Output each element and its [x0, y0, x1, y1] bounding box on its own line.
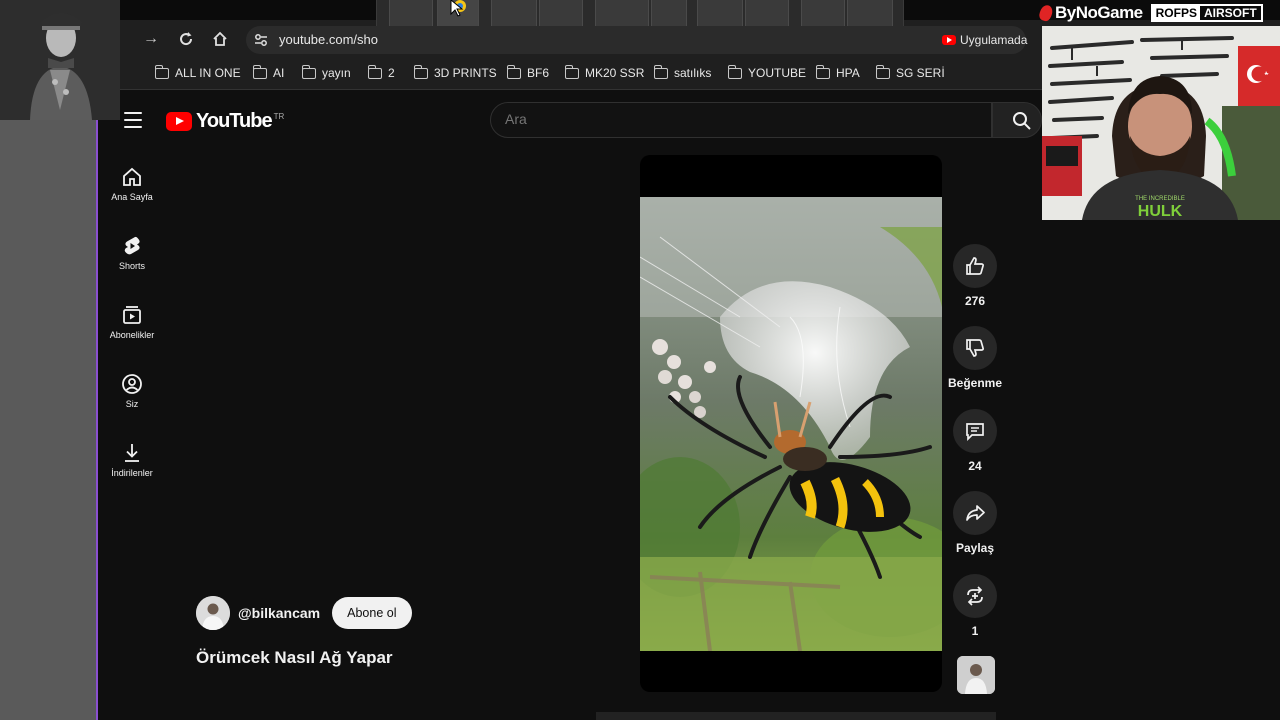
sidebar-item-shorts[interactable]: Shorts: [104, 235, 160, 271]
downloads-icon: [125, 444, 139, 462]
bookmark-folder[interactable]: MK20 SSR: [564, 64, 644, 80]
mouse-cursor-icon: [450, 0, 466, 17]
folder-icon: [413, 64, 428, 79]
like-button[interactable]: 276: [947, 244, 1003, 308]
youtube-play-icon: [166, 112, 192, 131]
folder-icon: [815, 64, 830, 79]
rofps-logo: ROFPS AIRSOFT: [1150, 4, 1263, 22]
folder-icon: [154, 64, 169, 79]
bookmark-folder[interactable]: AI: [252, 64, 284, 80]
like-button-circle: [953, 244, 997, 288]
bookmark-folder[interactable]: 2: [367, 64, 395, 80]
channel-avatar[interactable]: [196, 596, 230, 630]
channel-name[interactable]: @bilkancam: [238, 605, 320, 621]
desktop-background: [0, 120, 98, 720]
webcam-overlay: THE INCREDIBLE HULK: [1042, 26, 1280, 220]
remix-icon: [967, 586, 983, 606]
folder-icon: [301, 64, 316, 79]
folder-icon: [367, 64, 382, 79]
bookmark-folder[interactable]: ALL IN ONE: [154, 64, 241, 80]
portrait-overlay: [0, 0, 120, 120]
menu-button[interactable]: [124, 112, 142, 128]
sidebar-item-you[interactable]: Siz: [104, 373, 160, 409]
shorts-icon: [124, 236, 140, 255]
search-input[interactable]: [505, 111, 975, 127]
url-text: youtube.com/sho: [279, 32, 379, 47]
bookmark-folder[interactable]: BF6: [506, 64, 549, 80]
folder-icon: [506, 64, 521, 79]
youtube-icon: [942, 35, 956, 45]
video-title: Örümcek Nasıl Ağ Yapar: [196, 648, 393, 667]
forward-icon[interactable]: →: [142, 30, 160, 48]
youtube-logo[interactable]: YouTube TR: [166, 110, 284, 133]
folder-icon: [564, 64, 579, 79]
open-in-app-label: Uygulamada: [960, 33, 1028, 47]
folder-icon: [875, 64, 890, 79]
bynogame-logo: ByNoGame: [1037, 3, 1143, 23]
sound-thumbnail[interactable]: [957, 656, 995, 694]
home-icon[interactable]: [212, 31, 228, 47]
subscribe-button[interactable]: Abone ol: [332, 597, 412, 629]
folder-icon: [252, 64, 267, 79]
share-label: Paylaş: [955, 541, 995, 555]
bookmark-folder[interactable]: HPA: [815, 64, 860, 80]
share-button[interactable]: Paylaş: [947, 491, 1003, 555]
bookmark-folder[interactable]: SG SERİ: [875, 64, 945, 80]
video-frame-spider[interactable]: [640, 197, 942, 651]
channel-row: @bilkancam Abone ol: [196, 596, 412, 630]
shirt-text-line1: THE INCREDIBLE: [1135, 196, 1185, 202]
bookmark-folder[interactable]: satılıks: [653, 64, 711, 80]
folder-icon: [727, 64, 742, 79]
home-icon: [123, 167, 141, 186]
open-in-app-chip[interactable]: Uygulamada: [942, 28, 1027, 52]
subscriptions-icon: [123, 306, 141, 324]
remix-button[interactable]: 1: [947, 574, 1003, 638]
folder-icon: [653, 64, 668, 79]
search-button[interactable]: [992, 102, 1042, 138]
dislike-label: Beğenme: [947, 376, 1003, 390]
remix-button-circle: [953, 574, 997, 618]
bookmark-folder[interactable]: 3D PRINTS: [413, 64, 497, 80]
thumbs-down-icon: [966, 339, 984, 357]
stream-sponsor-bar: ByNoGame ROFPS AIRSOFT: [1036, 0, 1280, 26]
bookmark-folder[interactable]: yayın: [301, 64, 351, 80]
like-count: 276: [964, 294, 986, 308]
site-settings-icon[interactable]: [253, 32, 269, 48]
taskbar-fragment: [596, 712, 996, 720]
comments-button-circle: [953, 409, 997, 453]
sidebar-item-subscriptions[interactable]: Abonelikler: [104, 304, 160, 340]
sidebar-item-downloads[interactable]: İndirilenler: [104, 442, 160, 478]
sidebar-item-home[interactable]: Ana Sayfa: [104, 166, 160, 202]
comment-icon: [966, 423, 984, 442]
remix-count: 1: [971, 624, 979, 638]
reload-icon[interactable]: [178, 31, 194, 47]
share-button-circle: [953, 491, 997, 535]
dislike-button-circle: [953, 326, 997, 370]
comment-count: 24: [968, 459, 982, 473]
bookmark-folder[interactable]: YOUTUBE: [727, 64, 806, 80]
shirt-text-line2: HULK: [1138, 203, 1183, 220]
thumbs-up-icon: [966, 257, 984, 275]
comments-button[interactable]: 24: [947, 409, 1003, 473]
search-icon: [1013, 112, 1031, 130]
dislike-button[interactable]: Beğenme: [947, 326, 1003, 390]
flame-icon: [1037, 3, 1055, 23]
you-icon: [122, 374, 142, 394]
share-icon: [966, 505, 985, 521]
